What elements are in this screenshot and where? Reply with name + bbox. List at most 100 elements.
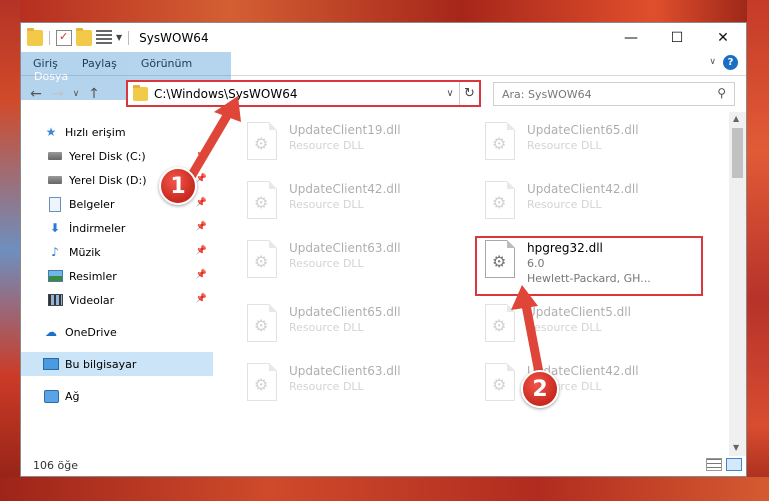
search-icon[interactable]: ⚲ xyxy=(717,86,726,100)
sidebar-item-label: OneDrive xyxy=(65,325,117,339)
file-item[interactable]: ⚙ UpdateClient19.dll Resource DLL xyxy=(243,120,453,168)
dll-file-icon: ⚙ xyxy=(243,302,279,346)
pin-icon[interactable]: 📌 xyxy=(196,294,207,304)
dll-file-icon: ⚙ xyxy=(243,179,279,223)
file-description: Resource DLL xyxy=(527,321,602,334)
desktop-background-top xyxy=(0,0,769,22)
file-description: Resource DLL xyxy=(527,139,602,152)
customize-list-icon[interactable] xyxy=(96,29,112,46)
ribbon-tabs: Dosya Giriş Paylaş Görünüm ∨ ? xyxy=(21,52,746,100)
file-name: UpdateClient42.dll xyxy=(289,182,401,196)
toolbar-separator xyxy=(49,30,50,45)
sidebar-item-label: Yerel Disk (D:) xyxy=(69,173,147,187)
vertical-scrollbar[interactable]: ▲ ▼ xyxy=(729,112,746,456)
folder-icon[interactable] xyxy=(27,27,43,46)
sidebar-item-music[interactable]: ♪ Müzik 📌 xyxy=(21,240,213,264)
file-item[interactable]: ⚙ UpdateClient63.dll Resource DLL xyxy=(243,238,453,286)
file-item[interactable]: ⚙ UpdateClient42.dll Resource DLL xyxy=(243,179,453,227)
sidebar-item-downloads[interactable]: ⬇ İndirmeler 📌 xyxy=(21,216,213,240)
sidebar-item-quick-access[interactable]: ★ Hızlı erişim xyxy=(21,120,213,144)
forward-arrow-icon[interactable]: → xyxy=(47,86,69,102)
file-name: UpdateClient63.dll xyxy=(289,364,401,378)
quick-access-toolbar: ▼ xyxy=(21,27,131,46)
sidebar-item-videos[interactable]: Videolar 📌 xyxy=(21,288,213,312)
toolbar-separator xyxy=(128,30,130,45)
file-name: UpdateClient65.dll xyxy=(527,123,639,137)
search-input[interactable]: Ara: SysWOW64 ⚲ xyxy=(493,82,735,106)
navigation-pane: ★ Hızlı erişim Yerel Disk (C:) 📌 Yerel D… xyxy=(21,112,213,456)
address-bar[interactable]: C:\Windows\SysWOW64 ∨ ↻ xyxy=(126,80,481,107)
scroll-up-icon[interactable]: ▲ xyxy=(733,114,739,123)
properties-check-icon[interactable] xyxy=(56,29,72,46)
recent-locations-chevron-icon[interactable]: ∨ xyxy=(69,89,83,99)
pin-icon[interactable]: 📌 xyxy=(196,222,207,232)
file-description: Resource DLL xyxy=(289,139,364,152)
item-count: 106 öğe xyxy=(33,458,78,472)
file-item[interactable]: ⚙ UpdateClient63.dll Resource DLL xyxy=(243,361,453,409)
dll-file-icon: ⚙ xyxy=(481,302,517,346)
close-button[interactable]: ✕ xyxy=(700,23,746,52)
file-item[interactable]: ⚙ UpdateClient65.dll Resource DLL xyxy=(243,302,453,350)
new-folder-icon[interactable] xyxy=(76,27,92,46)
file-name: UpdateClient19.dll xyxy=(289,123,401,137)
sidebar-item-label: Ağ xyxy=(65,389,80,403)
window-controls: — ☐ ✕ xyxy=(608,23,746,52)
dll-file-icon: ⚙ xyxy=(481,120,517,164)
desktop-background-right xyxy=(747,0,769,501)
details-view-icon[interactable] xyxy=(706,458,722,471)
sidebar-item-this-pc[interactable]: Bu bilgisayar xyxy=(21,352,213,376)
dll-file-icon: ⚙ xyxy=(243,361,279,405)
network-icon xyxy=(43,388,59,404)
search-placeholder: Ara: SysWOW64 xyxy=(502,87,592,101)
drive-icon xyxy=(47,172,63,188)
maximize-button[interactable]: ☐ xyxy=(654,23,700,52)
sidebar-item-local-disk-c[interactable]: Yerel Disk (C:) 📌 xyxy=(21,144,213,168)
file-item[interactable]: ⚙ UpdateClient42.dll Resource DLL xyxy=(481,361,691,409)
file-description: Resource DLL xyxy=(289,321,364,334)
downloads-icon: ⬇ xyxy=(49,221,61,235)
pin-icon[interactable]: 📌 xyxy=(196,150,207,160)
scrollbar-thumb[interactable] xyxy=(732,128,743,178)
back-arrow-icon[interactable]: ← xyxy=(25,86,47,102)
large-icons-view-icon[interactable] xyxy=(726,458,742,471)
sidebar-item-label: Videolar xyxy=(69,293,115,307)
sidebar-item-network[interactable]: Ağ xyxy=(21,384,213,408)
file-item[interactable]: ⚙ UpdateClient42.dll Resource DLL xyxy=(481,179,691,227)
sidebar-item-label: Bu bilgisayar xyxy=(65,357,137,371)
pictures-icon xyxy=(47,268,63,284)
dll-file-icon: ⚙ xyxy=(243,238,279,282)
file-name: UpdateClient65.dll xyxy=(289,305,401,319)
pin-icon[interactable]: 📌 xyxy=(196,174,207,184)
star-icon: ★ xyxy=(45,125,57,139)
pin-icon[interactable]: 📌 xyxy=(196,198,207,208)
dll-file-icon: ⚙ xyxy=(481,179,517,223)
sidebar-item-onedrive[interactable]: ☁ OneDrive xyxy=(21,320,213,344)
sidebar-item-pictures[interactable]: Resimler 📌 xyxy=(21,264,213,288)
file-name: UpdateClient42.dll xyxy=(527,182,639,196)
annotation-badge-2: 2 xyxy=(521,370,559,408)
navigation-bar: ← → ∨ ↑ C:\Windows\SysWOW64 ∨ ↻ Ara: Sys… xyxy=(21,76,746,112)
file-description: Resource DLL xyxy=(289,380,364,393)
help-icon[interactable]: ? xyxy=(723,55,738,70)
up-arrow-icon[interactable]: ↑ xyxy=(83,86,105,102)
address-dropdown-icon[interactable]: ∨ xyxy=(441,88,459,99)
pin-icon[interactable]: 📌 xyxy=(196,246,207,256)
status-bar: 106 öğe xyxy=(21,454,746,476)
chevron-down-icon[interactable]: ∨ xyxy=(709,57,716,67)
file-name: UpdateClient63.dll xyxy=(289,241,401,255)
address-path[interactable]: C:\Windows\SysWOW64 xyxy=(154,87,441,101)
cloud-icon: ☁ xyxy=(45,325,57,339)
file-item[interactable]: ⚙ UpdateClient65.dll Resource DLL xyxy=(481,120,691,168)
sidebar-item-label: Yerel Disk (C:) xyxy=(69,149,146,163)
chevron-down-icon[interactable]: ▼ xyxy=(116,33,122,42)
file-item[interactable]: ⚙ UpdateClient5.dll Resource DLL xyxy=(481,302,691,350)
refresh-icon[interactable]: ↻ xyxy=(459,82,479,105)
sidebar-item-label: Hızlı erişim xyxy=(65,125,126,139)
file-description: Resource DLL xyxy=(527,198,602,211)
sidebar-item-label: Belgeler xyxy=(69,197,115,211)
pin-icon[interactable]: 📌 xyxy=(196,270,207,280)
sidebar-item-label: İndirmeler xyxy=(69,221,126,235)
scroll-down-icon[interactable]: ▼ xyxy=(733,443,739,452)
minimize-button[interactable]: — xyxy=(608,23,654,52)
dll-file-icon: ⚙ xyxy=(243,120,279,164)
